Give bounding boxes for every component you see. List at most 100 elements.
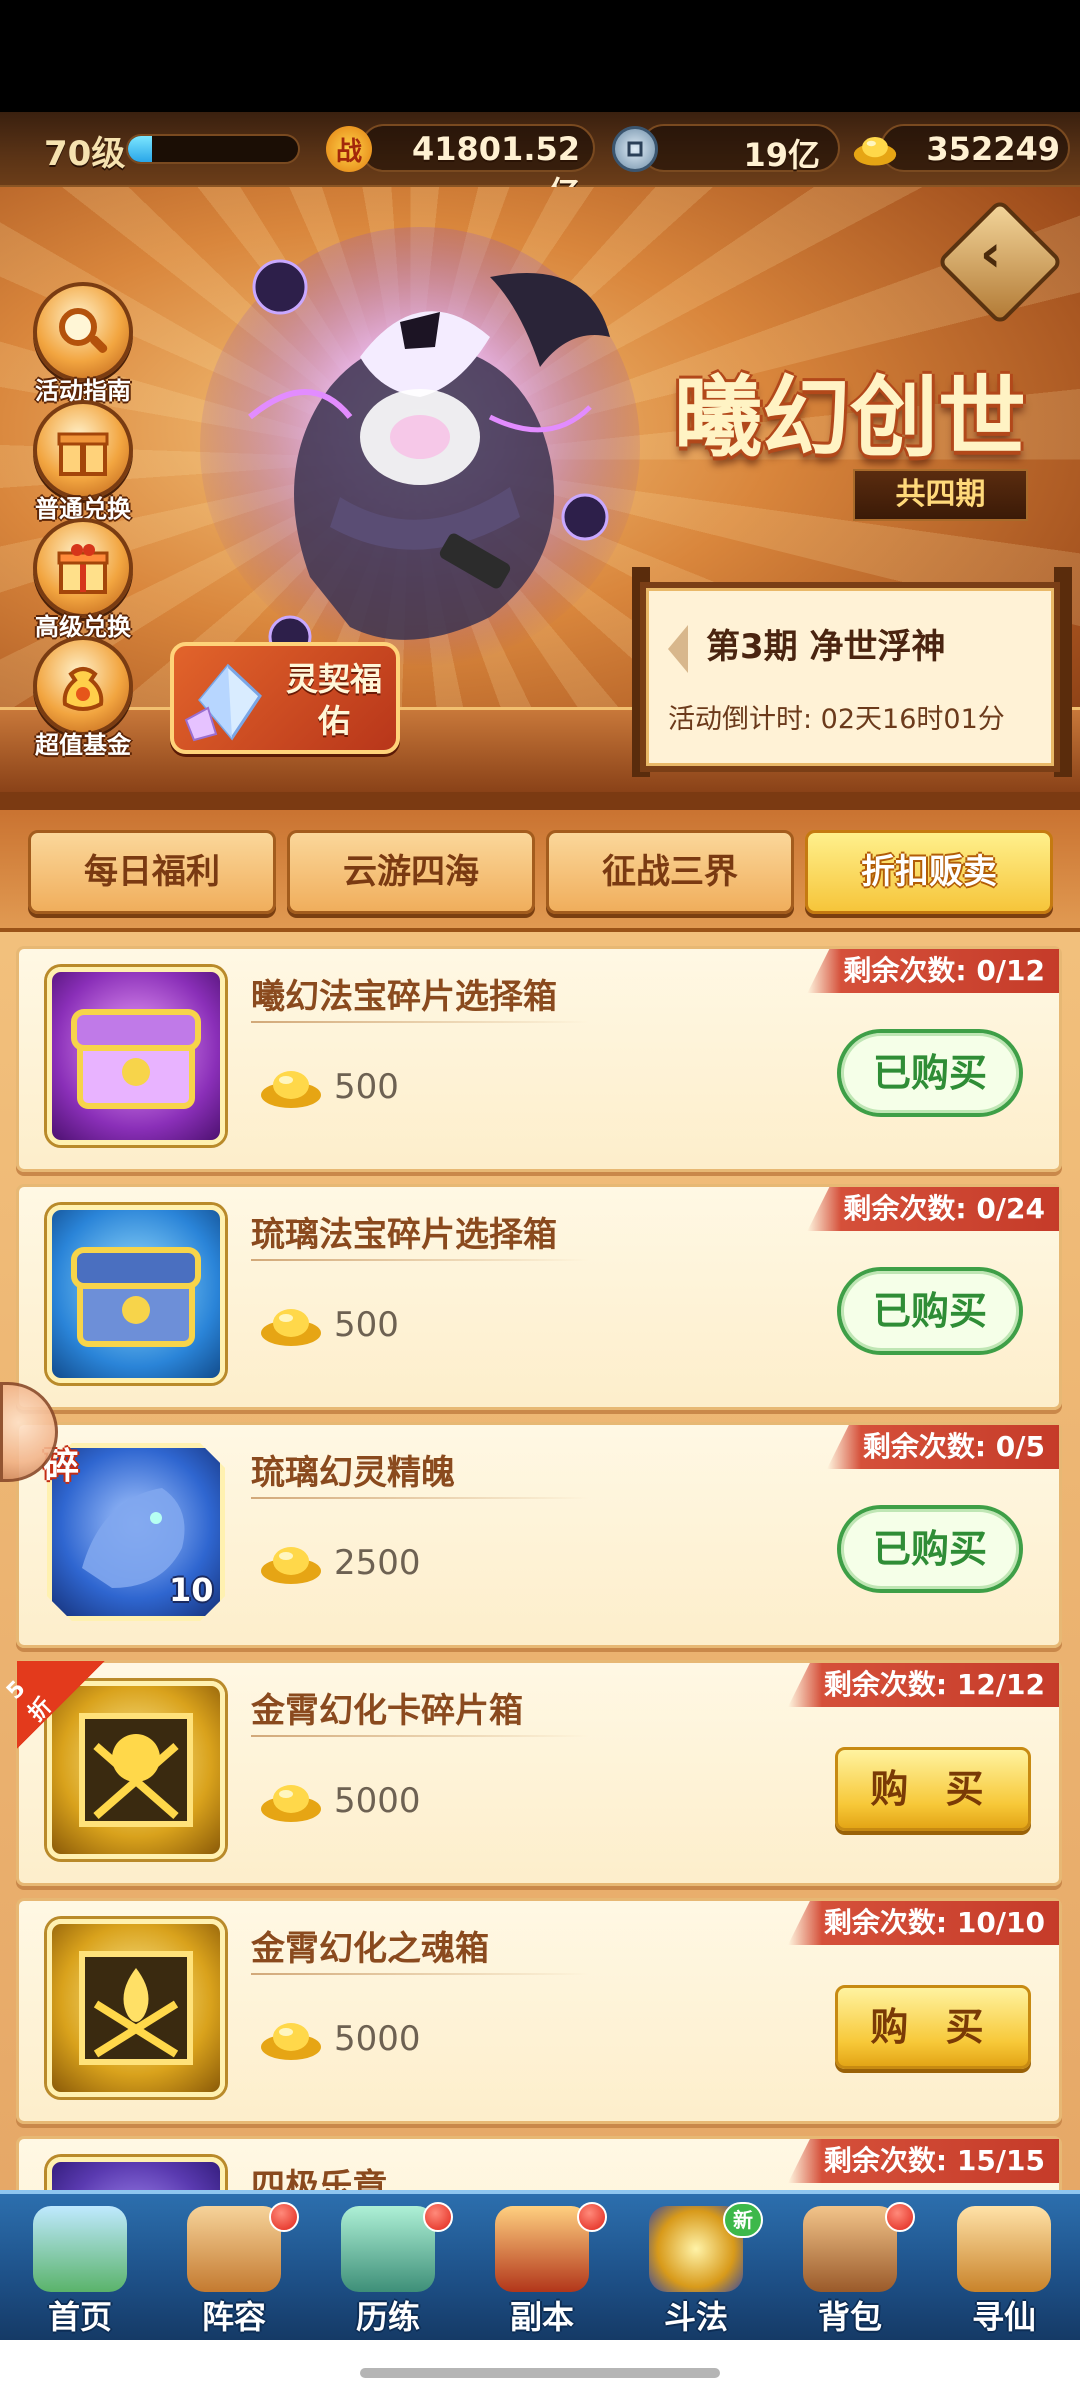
tab-discount-sale[interactable]: 折扣贩卖 — [805, 830, 1053, 914]
item-divider — [251, 1973, 589, 1975]
activity-guide-button[interactable]: 活动指南 — [28, 282, 138, 405]
nav-label: 首页 — [47, 2298, 112, 2336]
gold-ingot-icon — [852, 126, 898, 172]
event-subtitle: 共四期 — [853, 469, 1028, 521]
purchased-button[interactable]: 已购买 — [837, 1267, 1023, 1355]
system-home-bar — [0, 2340, 1080, 2400]
nav-label: 背包 — [817, 2298, 882, 2336]
remaining-count-badge: 剩余次数: 0/12 — [807, 949, 1059, 993]
item-name: 四极乐章 — [251, 2167, 387, 2190]
gold-ingot-icon — [261, 1547, 321, 1584]
purchased-button[interactable]: 已购买 — [837, 1029, 1023, 1117]
nav-lineup[interactable]: 阵容 — [157, 2194, 311, 2344]
item-name: 金霄幻化之魂箱 — [251, 1929, 489, 1969]
music-chest-icon — [47, 2157, 225, 2190]
nav-training[interactable]: 历练 — [311, 2194, 465, 2344]
remaining-count-badge: 剩余次数: 10/10 — [787, 1901, 1059, 1945]
gold-ingot-icon — [261, 1309, 321, 1346]
gift-box-icon — [33, 518, 133, 618]
remaining-count-badge: 剩余次数: 0/5 — [826, 1425, 1059, 1469]
item-divider — [251, 1735, 589, 1737]
nav-dungeon[interactable]: 副本 — [465, 2194, 619, 2344]
purchased-button[interactable]: 已购买 — [837, 1505, 1023, 1593]
tab-bar-rail — [0, 792, 1080, 810]
item-name: 金霄幻化卡碎片箱 — [251, 1691, 523, 1731]
exp-bar — [126, 134, 300, 164]
period-panel — [640, 582, 1060, 772]
scroll-map-icon — [957, 2206, 1051, 2292]
nav-label: 斗法 — [663, 2298, 728, 2336]
remaining-count-badge: 剩余次数: 12/12 — [787, 1663, 1059, 1707]
coin-icon — [612, 126, 658, 172]
dungeon-gate-icon — [495, 2206, 589, 2292]
money-bag-icon — [33, 636, 133, 736]
tab-wander-seas[interactable]: 云游四海 — [287, 830, 535, 914]
coin-value: 19亿 — [743, 136, 820, 174]
item-divider — [251, 1497, 589, 1499]
buy-button[interactable]: 购 买 — [835, 1747, 1031, 1831]
gold-value: 352249 — [926, 130, 1060, 168]
home-indicator[interactable] — [360, 2368, 720, 2378]
new-badge: 新 — [723, 2202, 763, 2238]
item-quantity: 10 — [169, 1571, 214, 1609]
treasure-chest-icon — [47, 967, 225, 1145]
list-item: 四极乐章 剩余次数: 15/15 — [16, 2136, 1062, 2190]
side-button-label: 超值基金 — [35, 731, 131, 759]
value-fund-button[interactable]: 超值基金 — [28, 636, 138, 759]
item-name: 琉璃幻灵精魄 — [251, 1453, 455, 1493]
lineup-cards-icon — [187, 2206, 281, 2292]
golden-soul-chest-icon — [47, 1919, 225, 2097]
item-price: 500 — [334, 1305, 399, 1345]
nav-label: 副本 — [509, 2298, 574, 2336]
nav-backpack[interactable]: 背包 — [773, 2194, 927, 2344]
previous-period-arrow-icon[interactable] — [668, 625, 688, 673]
home-island-icon — [33, 2206, 127, 2292]
list-item: 5折 金霄幻化卡碎片箱 5000 剩余次数: 12/12 购 买 — [2, 1660, 1062, 1886]
notification-dot — [885, 2202, 915, 2232]
exp-bar-fill — [128, 136, 152, 162]
training-dragon-icon — [341, 2206, 435, 2292]
power-icon: 战 — [326, 126, 372, 172]
resource-bar: 70级 战 41801.52亿 19亿 352249 — [0, 112, 1080, 212]
event-banner: 活动指南 普通兑换 高级兑换 超值基金 灵契福佑 ‹ 曦幻创世 共四期 第3期 … — [0, 187, 1080, 792]
hero-character-art — [200, 227, 640, 667]
lingqi-blessing-label: 灵契福佑 — [285, 660, 382, 740]
tab-bar: 每日福利 云游四海 征战三界 折扣贩卖 — [0, 792, 1080, 932]
notification-dot — [269, 2202, 299, 2232]
notification-dot — [423, 2202, 453, 2232]
normal-exchange-button[interactable]: 普通兑换 — [28, 400, 138, 523]
magnifier-icon — [33, 282, 133, 382]
lingqi-blessing-button[interactable]: 灵契福佑 — [170, 642, 400, 754]
buy-button[interactable]: 购 买 — [835, 1985, 1031, 2069]
item-divider — [251, 1259, 589, 1261]
remaining-count-badge: 剩余次数: 0/24 — [807, 1187, 1059, 1231]
nav-label: 阵容 — [201, 2298, 266, 2336]
nav-home[interactable]: 首页 — [3, 2194, 157, 2344]
player-level: 70级 — [44, 134, 126, 174]
gold-ingot-icon — [261, 1071, 321, 1108]
chevron-left-icon: ‹ — [979, 224, 1002, 285]
event-title: 曦幻创世 — [673, 365, 1026, 469]
item-name: 琉璃法宝碎片选择箱 — [251, 1215, 557, 1255]
nav-duel[interactable]: 新 斗法 — [619, 2194, 773, 2344]
countdown-timer: 活动倒计时: 02天16时01分 — [668, 704, 1005, 735]
list-item: 碎 10 琉璃幻灵精魄 2500 剩余次数: 0/5 已购买 — [16, 1422, 1062, 1648]
shop-list[interactable]: 曦幻法宝碎片选择箱 500 剩余次数: 0/12 已购买 琉璃法宝碎片选择箱 5… — [0, 932, 1080, 2190]
status-bar — [0, 0, 1080, 112]
list-item: 金霄幻化之魂箱 5000 剩余次数: 10/10 购 买 — [16, 1898, 1062, 2124]
gold-ingot-icon — [261, 1785, 321, 1822]
nav-seek-immortal[interactable]: 寻仙 — [927, 2194, 1080, 2344]
item-price: 5000 — [334, 1781, 421, 1821]
item-price: 2500 — [334, 1543, 421, 1583]
period-name: 第3期 净世浮神 — [706, 627, 946, 667]
gold-ingot-icon — [261, 2023, 321, 2060]
advanced-exchange-button[interactable]: 高级兑换 — [28, 518, 138, 641]
list-item: 曦幻法宝碎片选择箱 500 剩余次数: 0/12 已购买 — [16, 946, 1062, 1172]
item-price: 500 — [334, 1067, 399, 1107]
item-name: 曦幻法宝碎片选择箱 — [251, 977, 557, 1017]
tab-conquer-realms[interactable]: 征战三界 — [546, 830, 794, 914]
item-price: 5000 — [334, 2019, 421, 2059]
treasure-chest-icon — [47, 1205, 225, 1383]
tab-daily-welfare[interactable]: 每日福利 — [28, 830, 276, 914]
remaining-count-badge: 剩余次数: 15/15 — [787, 2139, 1059, 2183]
